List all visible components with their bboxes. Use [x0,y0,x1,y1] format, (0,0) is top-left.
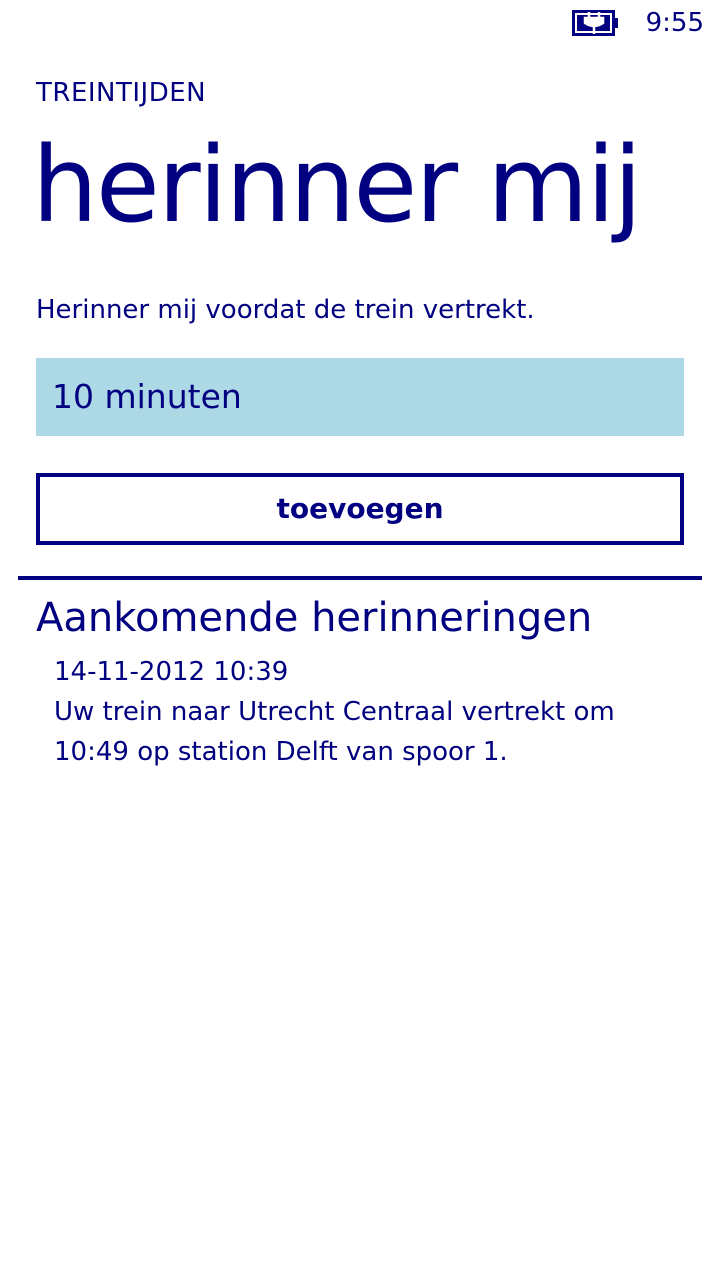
reminder-time: 14-11-2012 10:39 [54,657,289,687]
page-title: herinner mij [32,124,642,246]
upcoming-reminders-heading: Aankomende herinneringen [36,595,593,641]
reminder-message: Uw trein naar Utrecht Centraal vertrekt … [54,697,615,767]
reminder-list: 14-11-2012 10:39 Uw trein naar Utrecht C… [54,652,694,772]
section-divider [18,576,702,580]
battery-charging-icon [572,10,618,36]
reminder-item[interactable]: 14-11-2012 10:39 Uw trein naar Utrecht C… [54,652,694,772]
add-reminder-button[interactable]: toevoegen [36,473,684,545]
status-time: 9:55 [645,8,704,38]
add-reminder-button-label: toevoegen [276,492,444,525]
reminder-description: Herinner mij voordat de trein vertrekt. [36,295,535,325]
minutes-picker[interactable]: 10 minuten [36,358,684,436]
minutes-picker-value: 10 minuten [52,377,242,416]
app-title: TREINTIJDEN [36,78,207,108]
status-bar: 9:55 [0,0,720,48]
